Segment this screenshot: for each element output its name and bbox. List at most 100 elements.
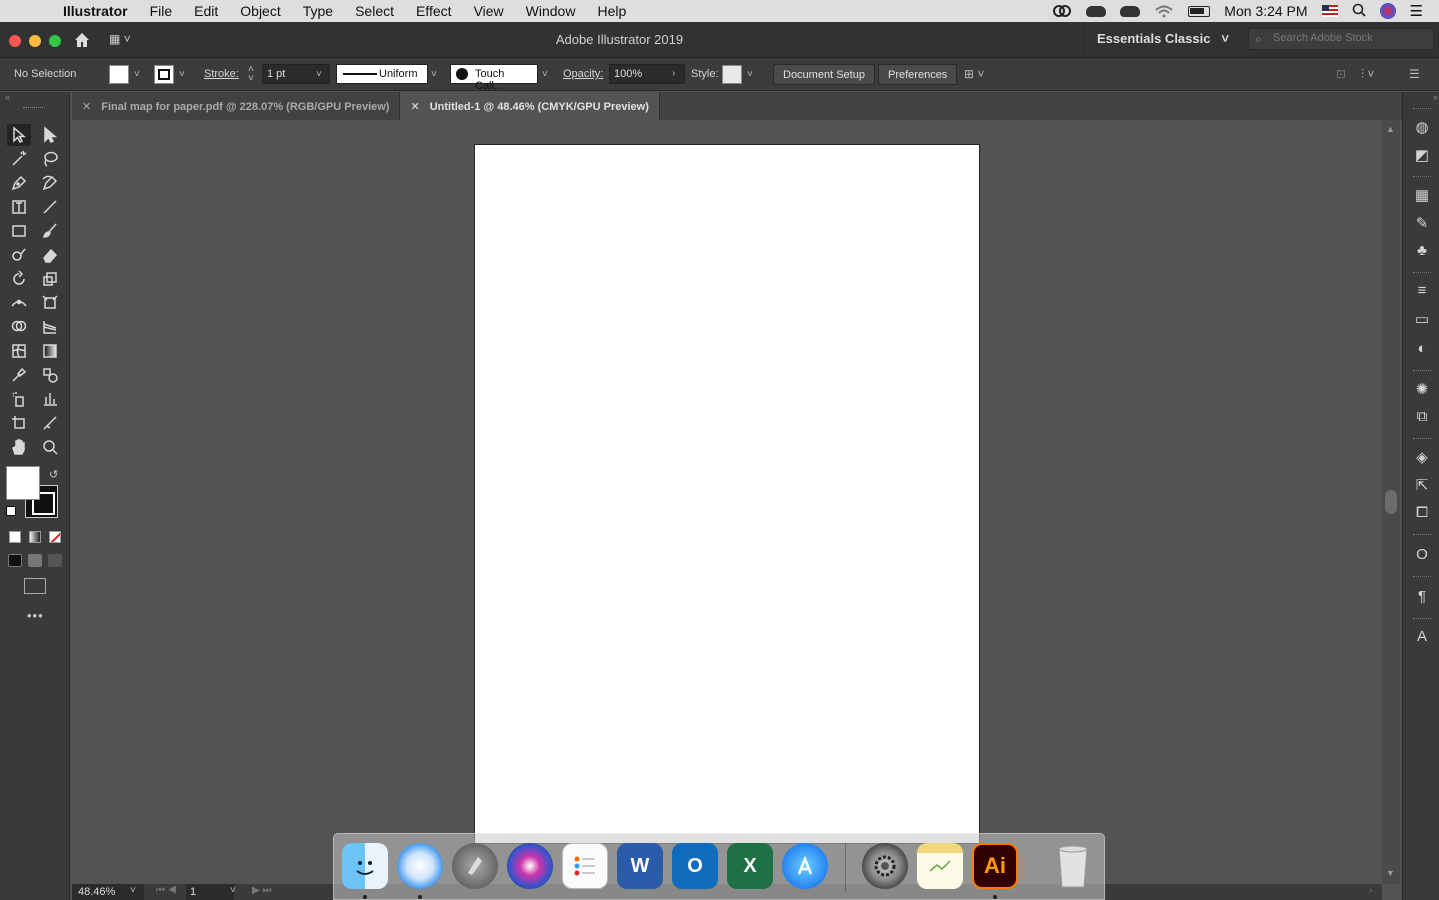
opentype-panel-icon[interactable]: A bbox=[1412, 628, 1432, 648]
swatches-panel-icon[interactable]: ▦ bbox=[1412, 186, 1432, 206]
panel-grip[interactable] bbox=[1413, 370, 1431, 373]
tab-untitled-1[interactable]: ✕ Untitled-1 @ 48.46% (CMYK/GPU Preview) bbox=[400, 92, 660, 120]
spotlight-search-icon[interactable] bbox=[1352, 3, 1366, 20]
panel-grip[interactable] bbox=[1413, 176, 1431, 179]
notes-app-icon[interactable] bbox=[917, 843, 963, 889]
fill-dropdown-icon[interactable]: ˅ bbox=[134, 69, 140, 80]
workspace-switcher[interactable]: Essentials Classic ˅ bbox=[1083, 22, 1239, 58]
document-setup-button[interactable]: Document Setup bbox=[773, 64, 875, 85]
scroll-right-icon[interactable]: › bbox=[1369, 885, 1372, 896]
symbols-panel-icon[interactable]: ♣ bbox=[1412, 242, 1432, 262]
free-transform-tool-icon[interactable] bbox=[38, 292, 62, 314]
color-panel-icon[interactable]: ◩ bbox=[1412, 146, 1432, 166]
magic-wand-tool-icon[interactable] bbox=[7, 148, 31, 170]
brush-definition[interactable]: Touch Call... bbox=[450, 64, 538, 92]
artboards-panel-icon[interactable]: ⧠ bbox=[1412, 504, 1432, 524]
graphic-style-swatch[interactable] bbox=[722, 65, 742, 84]
stroke-label[interactable]: Stroke: bbox=[204, 68, 239, 80]
rectangle-tool-icon[interactable] bbox=[7, 220, 31, 242]
direct-selection-tool-icon[interactable] bbox=[38, 124, 62, 146]
fill-color-box[interactable] bbox=[6, 466, 40, 500]
blend-tool-icon[interactable] bbox=[38, 364, 62, 386]
selection-tool-icon[interactable] bbox=[7, 124, 31, 146]
artboard-dropdown-icon[interactable]: ˅ bbox=[230, 885, 236, 896]
trash-icon[interactable] bbox=[1050, 843, 1096, 889]
excel-app-icon[interactable]: X bbox=[727, 843, 773, 889]
color-guide-panel-icon[interactable]: ◍ bbox=[1412, 118, 1432, 138]
canvas-area[interactable] bbox=[72, 120, 1382, 884]
stroke-dropdown-icon[interactable]: ˅ bbox=[179, 69, 185, 80]
slice-tool-icon[interactable] bbox=[38, 412, 62, 434]
brush-dropdown-icon[interactable]: ˅ bbox=[542, 69, 548, 80]
creative-cloud-icon[interactable] bbox=[1052, 4, 1072, 18]
none-mode-button[interactable] bbox=[49, 531, 61, 543]
system-preferences-app-icon[interactable] bbox=[862, 843, 908, 889]
onedrive-cloud-icon-2[interactable] bbox=[1120, 5, 1141, 17]
mesh-tool-icon[interactable] bbox=[7, 340, 31, 362]
first-artboard-icon[interactable]: ⏮ ◀ bbox=[156, 885, 177, 896]
shape-builder-tool-icon[interactable] bbox=[7, 316, 31, 338]
paragraph-panel-icon[interactable]: ¶ bbox=[1412, 588, 1432, 608]
stroke-panel-icon[interactable]: ≡ bbox=[1412, 282, 1432, 302]
perspective-grid-tool-icon[interactable] bbox=[38, 316, 62, 338]
preferences-button[interactable]: Preferences bbox=[878, 64, 958, 85]
menu-window[interactable]: Window bbox=[515, 3, 587, 19]
opacity-label[interactable]: Opacity: bbox=[563, 68, 603, 80]
wifi-icon[interactable] bbox=[1154, 4, 1174, 18]
pen-tool-icon[interactable] bbox=[7, 172, 31, 194]
reminders-app-icon[interactable] bbox=[562, 843, 608, 889]
notification-center-icon[interactable]: ☰ bbox=[1410, 2, 1423, 20]
edit-toolbar-more-icon[interactable]: ••• bbox=[27, 608, 44, 623]
scrollbar-thumb[interactable] bbox=[1385, 490, 1397, 514]
menu-effect[interactable]: Effect bbox=[405, 3, 463, 19]
scale-tool-icon[interactable] bbox=[38, 268, 62, 290]
lasso-tool-icon[interactable] bbox=[38, 148, 62, 170]
panel-grip[interactable] bbox=[1413, 272, 1431, 275]
artboard-tool-icon[interactable] bbox=[7, 412, 31, 434]
shaper-tool-icon[interactable] bbox=[7, 244, 31, 266]
menu-help[interactable]: Help bbox=[586, 3, 637, 19]
input-source-flag-icon[interactable] bbox=[1321, 5, 1338, 17]
collapse-panel-icon[interactable]: « bbox=[5, 92, 10, 102]
stroke-stepper[interactable]: ˄ ˅ bbox=[248, 65, 254, 84]
style-dropdown-icon[interactable]: ˅ bbox=[747, 69, 753, 80]
siri-app-icon[interactable] bbox=[507, 843, 553, 889]
safari-app-icon[interactable] bbox=[397, 843, 443, 889]
brushes-panel-icon[interactable]: ✎ bbox=[1412, 214, 1432, 234]
asset-export-panel-icon[interactable]: ⇱ bbox=[1412, 476, 1432, 496]
symbol-sprayer-tool-icon[interactable] bbox=[7, 388, 31, 410]
align-options-icon[interactable]: ⊞ ˅ bbox=[964, 67, 984, 81]
panel-grip[interactable] bbox=[23, 107, 45, 109]
screen-mode-icon[interactable] bbox=[24, 578, 46, 594]
column-graph-tool-icon[interactable] bbox=[38, 388, 62, 410]
panel-grip[interactable] bbox=[1413, 438, 1431, 441]
panel-grip[interactable] bbox=[1413, 534, 1431, 537]
curvature-tool-icon[interactable] bbox=[38, 172, 62, 194]
type-tool-icon[interactable] bbox=[7, 196, 31, 218]
word-app-icon[interactable]: W bbox=[617, 843, 663, 889]
outlook-app-icon[interactable]: O bbox=[672, 843, 718, 889]
tab-final-map[interactable]: ✕ Final map for paper.pdf @ 228.07% (RGB/… bbox=[72, 92, 401, 120]
profile-dropdown-icon[interactable]: ˅ bbox=[431, 69, 437, 80]
transform-icon[interactable]: ⊡ bbox=[1336, 67, 1346, 81]
finder-app-icon[interactable] bbox=[342, 843, 388, 889]
launchpad-app-icon[interactable] bbox=[452, 843, 498, 889]
expand-panels-icon[interactable]: » bbox=[1433, 92, 1438, 102]
eyedropper-tool-icon[interactable] bbox=[7, 364, 31, 386]
default-fill-stroke-icon[interactable] bbox=[6, 506, 16, 516]
line-segment-tool-icon[interactable] bbox=[38, 196, 62, 218]
appearance-panel-icon[interactable]: ✺ bbox=[1412, 380, 1432, 400]
fill-color-swatch[interactable] bbox=[109, 65, 129, 84]
app-store-app-icon[interactable] bbox=[782, 843, 828, 889]
scroll-down-icon[interactable]: ▼ bbox=[1386, 868, 1395, 878]
draw-inside-icon[interactable] bbox=[48, 554, 62, 567]
arrange-icon[interactable]: ⫶ ˅ bbox=[1361, 67, 1374, 82]
width-tool-icon[interactable] bbox=[7, 292, 31, 314]
control-bar-menu-icon[interactable]: ☰ bbox=[1409, 67, 1420, 81]
character-panel-icon[interactable]: O bbox=[1412, 546, 1432, 566]
menu-type[interactable]: Type bbox=[292, 3, 344, 19]
transparency-panel-icon[interactable]: ◐ bbox=[1412, 340, 1432, 360]
illustrator-app-icon[interactable]: Ai bbox=[972, 843, 1018, 889]
layers-panel-icon[interactable]: ◈ bbox=[1412, 448, 1432, 468]
panel-grip[interactable] bbox=[1413, 576, 1431, 579]
